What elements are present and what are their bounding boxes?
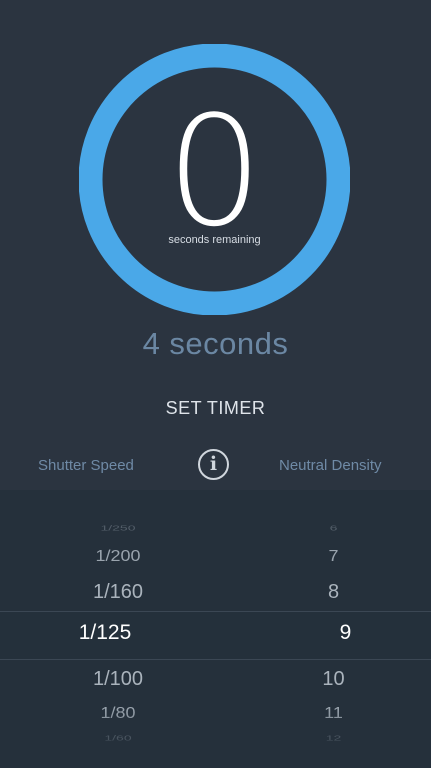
nd-option[interactable]: 10 xyxy=(236,668,431,691)
info-icon[interactable]: i xyxy=(198,449,229,480)
shutter-speed-option[interactable]: 1/250 xyxy=(0,524,236,533)
shutter-speed-option[interactable]: 1/160 xyxy=(0,581,236,604)
settings-picker[interactable]: 1/250 1/200 1/160 1/125 1/100 1/80 1/60 6 7 8 9 10… xyxy=(0,490,431,768)
seconds-remaining-value: 0 xyxy=(166,83,263,260)
seconds-remaining-label: seconds remaining xyxy=(168,234,261,246)
nd-option[interactable]: 12 xyxy=(236,734,431,743)
nd-option[interactable]: 11 xyxy=(236,705,431,723)
set-timer-button[interactable]: SET TIMER xyxy=(0,398,431,419)
nd-option[interactable]: 7 xyxy=(236,548,431,566)
exposure-duration: 4 seconds xyxy=(142,326,289,361)
neutral-density-label: Neutral Density xyxy=(279,457,382,474)
shutter-speed-option[interactable]: 1/200 xyxy=(0,548,236,566)
shutter-speed-option[interactable]: 1/80 xyxy=(0,705,236,723)
shutter-speed-option[interactable]: 1/100 xyxy=(0,668,236,691)
neutral-density-wheel[interactable]: 6 7 8 9 10 11 12 xyxy=(236,490,431,768)
timer-area: 0 seconds remaining 4 seconds SET TIMER … xyxy=(0,0,431,490)
shutter-speed-option-selected[interactable]: 1/125 xyxy=(0,621,223,645)
nd-option[interactable]: 8 xyxy=(236,581,431,604)
nd-option[interactable]: 6 xyxy=(236,524,431,533)
shutter-speed-wheel[interactable]: 1/250 1/200 1/160 1/125 1/100 1/80 1/60 xyxy=(0,490,236,768)
shutter-speed-option[interactable]: 1/60 xyxy=(0,734,236,743)
nd-option-selected[interactable]: 9 xyxy=(248,621,431,645)
shutter-speed-label: Shutter Speed xyxy=(38,457,134,474)
